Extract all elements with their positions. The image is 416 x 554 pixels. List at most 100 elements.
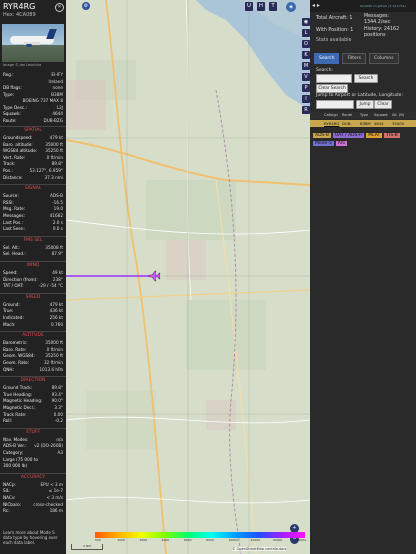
section-wind: WIND (0, 261, 66, 268)
sidebar-tabs: Search Filters Columns (314, 53, 399, 64)
stuff-row: Category: A3 (3, 450, 63, 455)
messages-rate: Messages: 1344.2/sec (364, 14, 391, 25)
aircraft-hex: Hex: 4CA089 (3, 12, 36, 18)
altitude-scale-label: 4000 (161, 538, 170, 542)
collapse-arrows-icon[interactable]: ◂ ▸ (312, 2, 320, 9)
section-direction: DIRECTION (0, 376, 66, 383)
search-input[interactable] (316, 74, 352, 83)
aircraft-field: Type: B38M (3, 91, 63, 97)
map-side-button-7[interactable]: I (302, 95, 310, 103)
altitude-scale-label: 2000 (139, 538, 148, 542)
speed-row: Ground: 479 kt (3, 301, 63, 307)
map-button-u[interactable]: U (245, 2, 253, 11)
section-altitude: ALTITUDE (0, 331, 66, 338)
altitude-scale-label: 1000 (117, 538, 125, 542)
aircraft-callsign: RYR4RG (3, 2, 36, 11)
signal-row: Last Pos.: 2.0 s (3, 219, 63, 225)
settings-gear-icon[interactable]: ⚙ (82, 2, 90, 10)
search-button[interactable]: Search (354, 74, 378, 83)
layers-icon[interactable]: ◈ (286, 2, 296, 12)
aircraft-field: Reg.: EI-IFY (3, 72, 63, 77)
section-accuracy: ACCURACY (0, 472, 66, 480)
speed-row: Mach: 0.760 (3, 321, 63, 327)
map-view[interactable]: ⚙ U H T ◈ + − 2 NM © OpenStreetMap contr… (66, 0, 310, 554)
accuracy-row: NACp: EPU < 3 m (3, 481, 63, 487)
aircraft-field: DB flags: none (3, 85, 63, 90)
stuff-row: 300 000 lb) (3, 463, 28, 469)
map-canvas (66, 0, 310, 554)
sidebar-header: ◂ ▸ tar1090 on github (3.14.1751) (310, 0, 416, 12)
town-area (66, 80, 106, 130)
tab-search[interactable]: Search (314, 53, 340, 64)
jump-label: Jump to Airport or Latitude, Longitude: (316, 93, 403, 98)
aircraft-field: Route: DUB-BZG (3, 117, 63, 123)
version-link[interactable]: tar1090 on github (3.14.1751) (360, 4, 406, 8)
map-scale-bar: 2 NM (71, 544, 103, 550)
section-fmssel: FMS SEL (0, 235, 66, 243)
section-stuff: STUFF (0, 427, 66, 435)
map-button-t[interactable]: T (269, 2, 277, 11)
column-squawk[interactable]: Squawk (372, 112, 390, 119)
fmssel-row: Sel. Alt.: 35008 ft (3, 244, 63, 250)
aircraft-field: Ireland (48, 78, 63, 84)
legend-badge: MLAT (366, 133, 383, 138)
section-speed: SPEED (0, 292, 66, 300)
spatial-row: Vert. Rate: 0 ft/min (3, 154, 63, 160)
altitude-scale-label: 20000 (250, 538, 261, 542)
legend-badge: AIS (335, 141, 348, 146)
map-side-button-1[interactable]: L (302, 29, 310, 37)
clear-button[interactable]: Clear (374, 100, 392, 109)
stuff-row: ADS-B Ver.: v2 (DO-260B) (3, 443, 63, 449)
aircraft-table-header: Callsign Route Type Squawk Alt. (ft) (310, 112, 416, 119)
table-row[interactable]: RYR4RG DUB-BZG B38M 4644 35000 (310, 120, 416, 133)
map-side-button-2[interactable]: O (302, 40, 310, 48)
altitude-scale-label: 500 (95, 538, 101, 542)
legend-badge: ADS-B (313, 133, 331, 138)
close-icon[interactable]: ✕ (55, 3, 64, 12)
map-side-button-5[interactable]: V (302, 73, 310, 81)
wind-row: TAT / OAT: -29 / -54 °C (3, 283, 63, 289)
column-callsign[interactable]: Callsign (322, 112, 340, 119)
map-side-button-0[interactable]: ◉ (302, 18, 310, 26)
direction-row: Magnetic Decl.: 3.3° (3, 405, 63, 410)
aircraft-info-panel: RYR4RG Hex: 4CA089 ✕ Image © Jan Lesnick… (0, 0, 66, 554)
map-button-h[interactable]: H (257, 2, 265, 11)
spatial-row: Groundspeed: 479 kt (3, 135, 63, 140)
altitude-scale-label: 8000 (206, 538, 214, 542)
map-side-button-4[interactable]: M (302, 62, 310, 70)
map-side-button-6[interactable]: P (302, 84, 310, 92)
tab-columns[interactable]: Columns (368, 53, 399, 64)
altitude-row: QNH: 1013.6 hPa (3, 366, 63, 372)
altitude-scale-label: 40000+ (295, 538, 308, 542)
search-label: Search: (316, 68, 333, 73)
stats-available-link[interactable]: Stats available (316, 38, 351, 44)
accuracy-row: Rc: 186 m (3, 508, 63, 514)
legend-badge: UAT / ADS-R (332, 133, 365, 138)
accuracy-row: SIL: ≤ 1e-7 (3, 488, 63, 494)
altitude-row: Baro. Rate: 0 ft/min (3, 346, 63, 352)
source-legend: ADS-B UAT / ADS-R MLAT TIS-B Mode-S AIS (313, 132, 402, 148)
footer-help-text: Learn more about Mode S data type by hov… (3, 530, 58, 545)
column-type[interactable]: Type (358, 112, 372, 119)
map-side-button-3[interactable]: K (302, 51, 310, 59)
jump-button[interactable]: Jump (356, 100, 374, 109)
signal-row: Last Seen: 0.0 s (3, 226, 63, 232)
right-sidebar: ◂ ▸ tar1090 on github (3.14.1751) Total … (310, 0, 416, 554)
direction-row: Roll: -0.2 (3, 418, 63, 424)
signal-row: Msg. Rate: 19.0 (3, 206, 63, 212)
map-side-button-8[interactable]: R (302, 106, 310, 114)
map-attribution[interactable]: © OpenStreetMap contributors (232, 547, 287, 551)
direction-row: Track Rate: 0.00 (3, 411, 63, 417)
aircraft-photo[interactable] (2, 24, 64, 62)
spatial-row: Distance: 37.3 nmi (3, 174, 63, 180)
clear-search-button[interactable]: Clear Search (316, 84, 348, 93)
column-altitude[interactable]: Alt. (ft) (390, 112, 410, 119)
jump-input[interactable] (316, 100, 354, 109)
tab-filters[interactable]: Filters (342, 53, 366, 64)
spatial-row: Track: 89.8° (3, 161, 63, 167)
column-route[interactable]: Route (340, 112, 358, 119)
speed-row: True: 436 kt (3, 308, 63, 314)
section-signal: SIGNAL (0, 184, 66, 191)
altitude-row: Geom. Rate: 32 ft/min (3, 360, 63, 365)
speed-row: Indicated: 256 kt (3, 315, 63, 320)
